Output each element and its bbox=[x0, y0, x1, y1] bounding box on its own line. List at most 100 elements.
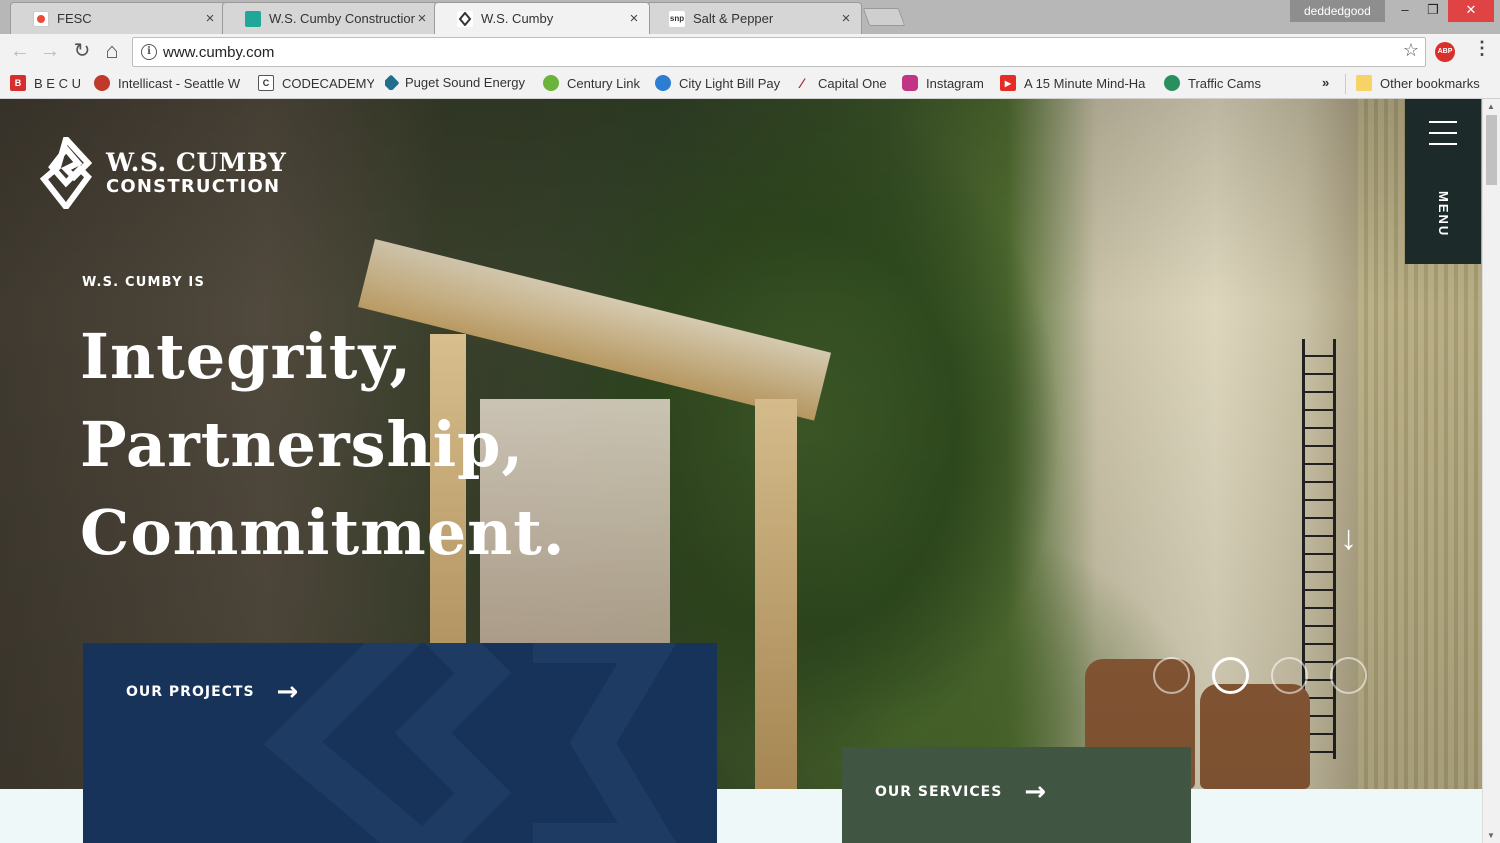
bookmark-label: B E C U bbox=[34, 75, 81, 91]
menu-button[interactable]: MENU bbox=[1405, 99, 1481, 264]
hero-kicker: W.S. CUMBY IS bbox=[82, 275, 206, 290]
cta-label: OUR SERVICES bbox=[875, 784, 1003, 800]
close-tab-icon[interactable]: × bbox=[415, 10, 429, 27]
reload-icon[interactable]: ↻ bbox=[70, 40, 94, 64]
site-logo[interactable]: W.S. CUMBY CONSTRUCTION bbox=[40, 137, 286, 209]
scrollbar-thumb[interactable] bbox=[1486, 115, 1497, 185]
forward-icon[interactable]: → bbox=[38, 40, 62, 64]
instagram-icon bbox=[902, 75, 918, 91]
minimize-icon[interactable]: – bbox=[1390, 0, 1420, 22]
divider bbox=[1345, 74, 1346, 94]
tab-strip: FESC × W.S. Cumby Construction × W.S. Cu… bbox=[0, 0, 1500, 34]
bookmark-label: Intellicast - Seattle W bbox=[118, 75, 241, 91]
cumby-favicon-icon bbox=[457, 10, 473, 27]
fesc-favicon-icon bbox=[33, 10, 49, 27]
bookmark-codecademy[interactable]: C CODECADEMY bbox=[258, 75, 374, 91]
our-services-link[interactable]: OUR SERVICES → bbox=[875, 779, 1047, 805]
bookmark-label: Puget Sound Energy bbox=[405, 75, 525, 90]
profile-button[interactable]: deddedgood bbox=[1290, 0, 1385, 22]
arrow-right-icon: → bbox=[276, 677, 300, 707]
bookmark-puget-sound-energy[interactable]: Puget Sound Energy bbox=[385, 75, 535, 90]
bookmark-label: City Light Bill Pay bbox=[679, 75, 781, 91]
logo-line-2: CONSTRUCTION bbox=[106, 175, 281, 197]
hero-headline: Integrity, Partnership, Commitment. bbox=[80, 313, 565, 577]
more-bookmarks-icon[interactable]: » bbox=[1322, 75, 1329, 90]
tab-title: Salt & Pepper bbox=[693, 11, 774, 26]
pse-icon bbox=[385, 75, 400, 90]
bookmark-star-icon[interactable]: ☆ bbox=[1403, 40, 1419, 61]
headline-line: Integrity, bbox=[80, 320, 413, 393]
city-light-icon bbox=[655, 75, 671, 91]
tab-cumby-construction[interactable]: W.S. Cumby Construction × bbox=[222, 2, 438, 34]
our-projects-card[interactable]: OUR PROJECTS → bbox=[83, 643, 717, 843]
logo-watermark-icon bbox=[263, 643, 677, 843]
new-tab-button[interactable] bbox=[862, 8, 906, 26]
codecademy-icon: C bbox=[258, 75, 274, 91]
cumby-logo-icon bbox=[40, 137, 92, 209]
bookmark-century-link[interactable]: Century Link bbox=[543, 75, 647, 91]
tab-fesc[interactable]: FESC × bbox=[10, 2, 226, 34]
logo-wordmark: W.S. CUMBY CONSTRUCTION bbox=[106, 149, 286, 196]
arrow-right-icon: → bbox=[1024, 777, 1048, 807]
slide-dot-active[interactable] bbox=[1212, 657, 1249, 694]
slide-dot[interactable] bbox=[1271, 657, 1308, 694]
headline-line: Commitment. bbox=[80, 496, 566, 569]
youtube-icon: ▶ bbox=[1000, 75, 1016, 91]
scroll-up-icon[interactable]: ▲ bbox=[1487, 102, 1495, 111]
site-info-icon[interactable]: i bbox=[141, 44, 157, 60]
tab-salt-pepper[interactable]: snp Salt & Pepper × bbox=[646, 2, 862, 34]
tab-title: W.S. Cumby bbox=[481, 11, 554, 26]
tab-title: W.S. Cumby Construction bbox=[269, 11, 415, 26]
other-bookmarks[interactable]: Other bookmarks bbox=[1356, 75, 1490, 91]
adblock-plus-icon[interactable]: ABP bbox=[1435, 42, 1455, 62]
bookmark-label: Other bookmarks bbox=[1380, 75, 1480, 91]
bookmark-label: Capital One bbox=[818, 75, 887, 91]
cta-label: OUR PROJECTS bbox=[126, 684, 255, 700]
becu-icon: B bbox=[10, 75, 26, 91]
intellicast-icon bbox=[94, 75, 110, 91]
address-bar[interactable]: i www.cumby.com ☆ bbox=[132, 37, 1426, 67]
maximize-icon[interactable]: ❐ bbox=[1418, 0, 1448, 22]
our-projects-link[interactable]: OUR PROJECTS → bbox=[126, 679, 299, 705]
url-text[interactable]: www.cumby.com bbox=[163, 44, 274, 61]
bookmark-instagram[interactable]: Instagram bbox=[902, 75, 990, 91]
close-tab-icon[interactable]: × bbox=[203, 10, 217, 27]
bookmark-city-light[interactable]: City Light Bill Pay bbox=[655, 75, 787, 91]
bookmarks-bar: B B E C U Intellicast - Seattle W C CODE… bbox=[0, 69, 1500, 99]
traffic-cams-icon bbox=[1164, 75, 1180, 91]
scroll-down-arrow-icon[interactable]: ▼ bbox=[1487, 831, 1495, 840]
headline-line: Partnership, bbox=[80, 408, 525, 481]
bookmark-label: Instagram bbox=[926, 75, 984, 91]
cumby-construction-favicon-icon bbox=[245, 10, 261, 27]
bookmark-capital-one[interactable]: ⁄ Capital One bbox=[794, 75, 892, 91]
web-page: W.S. CUMBY CONSTRUCTION W.S. CUMBY IS In… bbox=[0, 99, 1500, 843]
bookmark-becu[interactable]: B B E C U bbox=[10, 75, 84, 91]
window-close-icon[interactable]: ✕ bbox=[1448, 0, 1494, 22]
browser-menu-icon[interactable]: ⋮ bbox=[1473, 38, 1491, 59]
tab-title: FESC bbox=[57, 11, 92, 26]
snp-favicon-icon: snp bbox=[669, 10, 685, 27]
bookmark-label: Traffic Cams bbox=[1188, 75, 1261, 91]
bookmark-youtube[interactable]: ▶ A 15 Minute Mind-Ha bbox=[1000, 75, 1150, 91]
slide-dot[interactable] bbox=[1153, 657, 1190, 694]
bookmark-label: CODECADEMY bbox=[282, 75, 374, 91]
our-services-card[interactable]: OUR SERVICES → bbox=[842, 747, 1191, 843]
slide-dot[interactable] bbox=[1330, 657, 1367, 694]
close-tab-icon[interactable]: × bbox=[839, 10, 853, 27]
slide-indicators bbox=[1153, 657, 1389, 694]
page-scrollbar[interactable]: ▲ ▼ bbox=[1482, 99, 1500, 843]
back-icon[interactable]: ← bbox=[8, 40, 32, 64]
browser-toolbar: ← → ↻ ⌂ i www.cumby.com ☆ ABP ⋮ bbox=[0, 34, 1500, 69]
bookmark-label: Century Link bbox=[567, 75, 640, 91]
tab-ws-cumby[interactable]: W.S. Cumby × bbox=[434, 2, 650, 34]
bookmark-traffic-cams[interactable]: Traffic Cams bbox=[1164, 75, 1268, 91]
bookmark-label: A 15 Minute Mind-Ha bbox=[1024, 75, 1146, 91]
folder-icon bbox=[1356, 75, 1372, 91]
bookmark-intellicast[interactable]: Intellicast - Seattle W bbox=[94, 75, 244, 91]
home-icon[interactable]: ⌂ bbox=[100, 40, 124, 64]
scroll-down-icon[interactable]: ↓ bbox=[1340, 519, 1357, 558]
close-tab-icon[interactable]: × bbox=[627, 10, 641, 27]
logo-line-1: W.S. CUMBY bbox=[106, 148, 287, 178]
capital-one-icon: ⁄ bbox=[800, 75, 804, 91]
menu-label: MENU bbox=[1436, 191, 1451, 238]
